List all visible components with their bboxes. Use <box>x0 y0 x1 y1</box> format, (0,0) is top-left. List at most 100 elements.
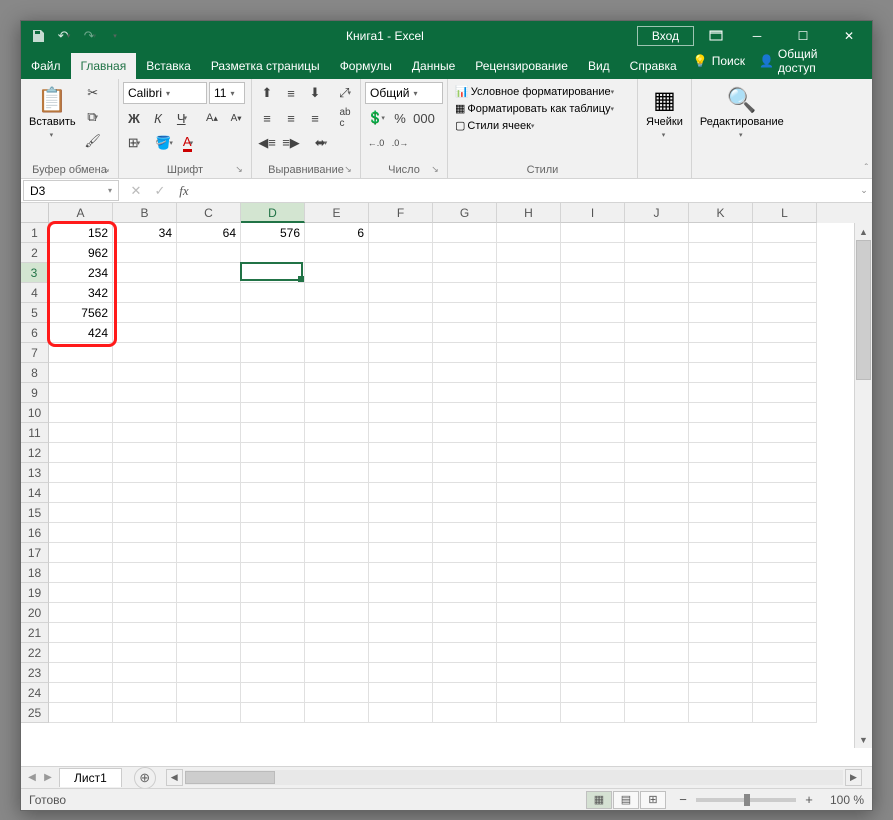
cell-J20[interactable] <box>625 603 689 623</box>
sheet-tab[interactable]: Лист1 <box>59 768 122 787</box>
cell-D18[interactable] <box>241 563 305 583</box>
cell-D9[interactable] <box>241 383 305 403</box>
cell-G5[interactable] <box>433 303 497 323</box>
col-header-F[interactable]: F <box>369 203 433 223</box>
cell-G25[interactable] <box>433 703 497 723</box>
cell-J24[interactable] <box>625 683 689 703</box>
cut-button[interactable]: ✂ <box>82 82 104 104</box>
tab-view[interactable]: Вид <box>578 53 620 79</box>
cell-styles-button[interactable]: ▢ Стили ячеек ▾ <box>454 118 535 133</box>
cell-F3[interactable] <box>369 263 433 283</box>
cell-I23[interactable] <box>561 663 625 683</box>
cell-A7[interactable] <box>49 343 113 363</box>
cell-H6[interactable] <box>497 323 561 343</box>
cell-H16[interactable] <box>497 523 561 543</box>
cell-L17[interactable] <box>753 543 817 563</box>
cell-B17[interactable] <box>113 543 177 563</box>
cell-E11[interactable] <box>305 423 369 443</box>
cell-D7[interactable] <box>241 343 305 363</box>
tab-review[interactable]: Рецензирование <box>465 53 578 79</box>
cell-E1[interactable]: 6 <box>305 223 369 243</box>
shrink-font-button[interactable]: A▾ <box>225 107 247 129</box>
align-right-button[interactable]: ≡ <box>304 107 326 129</box>
cell-J6[interactable] <box>625 323 689 343</box>
font-color-button[interactable]: A▾ <box>177 132 199 154</box>
cell-K1[interactable] <box>689 223 753 243</box>
insert-function-button[interactable]: fx <box>175 183 193 199</box>
cell-H15[interactable] <box>497 503 561 523</box>
cell-J14[interactable] <box>625 483 689 503</box>
font-size-combo[interactable]: 11▾ <box>209 82 245 104</box>
cell-D19[interactable] <box>241 583 305 603</box>
cell-H12[interactable] <box>497 443 561 463</box>
cell-E24[interactable] <box>305 683 369 703</box>
cell-F17[interactable] <box>369 543 433 563</box>
number-launcher-icon[interactable]: ↘ <box>429 164 441 176</box>
row-header-16[interactable]: 16 <box>21 523 49 543</box>
cell-J10[interactable] <box>625 403 689 423</box>
cell-F5[interactable] <box>369 303 433 323</box>
cell-A19[interactable] <box>49 583 113 603</box>
accounting-button[interactable]: 💲▾ <box>365 107 387 129</box>
cell-G14[interactable] <box>433 483 497 503</box>
cell-H9[interactable] <box>497 383 561 403</box>
cell-F10[interactable] <box>369 403 433 423</box>
cell-A23[interactable] <box>49 663 113 683</box>
vscroll-thumb[interactable] <box>856 240 871 380</box>
cell-C21[interactable] <box>177 623 241 643</box>
cell-A25[interactable] <box>49 703 113 723</box>
cell-A4[interactable]: 342 <box>49 283 113 303</box>
clipboard-launcher-icon[interactable]: ↘ <box>100 164 112 176</box>
col-header-C[interactable]: C <box>177 203 241 223</box>
orientation-button[interactable]: ⤢▾ <box>334 82 356 104</box>
select-all-corner[interactable] <box>21 203 49 223</box>
cell-J25[interactable] <box>625 703 689 723</box>
cell-H22[interactable] <box>497 643 561 663</box>
align-bottom-button[interactable]: ⬇ <box>304 82 326 104</box>
cell-B14[interactable] <box>113 483 177 503</box>
cell-L9[interactable] <box>753 383 817 403</box>
cell-K12[interactable] <box>689 443 753 463</box>
cell-K19[interactable] <box>689 583 753 603</box>
merge-button[interactable]: ⬌▾ <box>310 132 332 154</box>
cell-G18[interactable] <box>433 563 497 583</box>
cell-D14[interactable] <box>241 483 305 503</box>
cell-L25[interactable] <box>753 703 817 723</box>
cell-J19[interactable] <box>625 583 689 603</box>
cell-G20[interactable] <box>433 603 497 623</box>
undo-icon[interactable]: ↶▾ <box>53 25 75 47</box>
cell-B12[interactable] <box>113 443 177 463</box>
cell-B10[interactable] <box>113 403 177 423</box>
row-header-7[interactable]: 7 <box>21 343 49 363</box>
cell-G11[interactable] <box>433 423 497 443</box>
cell-L6[interactable] <box>753 323 817 343</box>
underline-button[interactable]: Ч▾ <box>171 107 193 129</box>
cell-G12[interactable] <box>433 443 497 463</box>
cell-I1[interactable] <box>561 223 625 243</box>
tab-file[interactable]: Файл <box>21 53 71 79</box>
cell-F16[interactable] <box>369 523 433 543</box>
cell-B19[interactable] <box>113 583 177 603</box>
row-header-22[interactable]: 22 <box>21 643 49 663</box>
view-pagebreak-button[interactable]: ⊞ <box>640 791 666 809</box>
collapse-ribbon-icon[interactable]: ˆ <box>865 163 868 174</box>
cell-I25[interactable] <box>561 703 625 723</box>
cell-B6[interactable] <box>113 323 177 343</box>
cell-I3[interactable] <box>561 263 625 283</box>
cell-I24[interactable] <box>561 683 625 703</box>
cell-H2[interactable] <box>497 243 561 263</box>
cell-I7[interactable] <box>561 343 625 363</box>
cell-F6[interactable] <box>369 323 433 343</box>
cell-E25[interactable] <box>305 703 369 723</box>
cell-I2[interactable] <box>561 243 625 263</box>
row-header-1[interactable]: 1 <box>21 223 49 243</box>
cell-J23[interactable] <box>625 663 689 683</box>
cell-F8[interactable] <box>369 363 433 383</box>
cell-J9[interactable] <box>625 383 689 403</box>
row-header-21[interactable]: 21 <box>21 623 49 643</box>
cell-A2[interactable]: 962 <box>49 243 113 263</box>
cell-D21[interactable] <box>241 623 305 643</box>
expand-formula-icon[interactable]: ⌄ <box>856 185 872 196</box>
cell-C2[interactable] <box>177 243 241 263</box>
cell-D2[interactable] <box>241 243 305 263</box>
